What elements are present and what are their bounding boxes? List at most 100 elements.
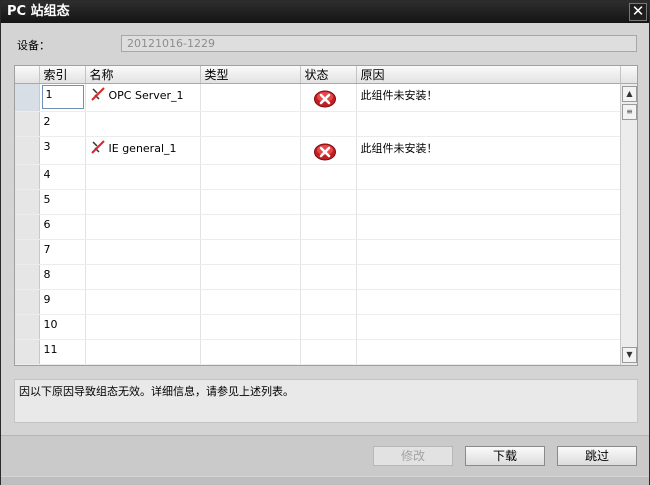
- cell-status[interactable]: [300, 289, 357, 315]
- cell-reason[interactable]: [356, 314, 621, 340]
- cell-type[interactable]: [200, 339, 301, 365]
- cell-index[interactable]: 5: [39, 189, 86, 215]
- cell-type[interactable]: [200, 189, 301, 215]
- cell-reason[interactable]: 此组件未安装！: [356, 136, 621, 165]
- column-header-reason[interactable]: 原因: [356, 66, 621, 84]
- cell-name[interactable]: OPC Server_1: [85, 83, 201, 112]
- cell-status[interactable]: [300, 339, 357, 365]
- download-button[interactable]: 下载: [465, 446, 545, 466]
- row-header[interactable]: [15, 264, 40, 290]
- cell-type[interactable]: [200, 111, 301, 137]
- row-header[interactable]: [15, 189, 40, 215]
- vertical-scrollbar[interactable]: ▲ ≡ ▼: [620, 84, 637, 365]
- table-row[interactable]: 7: [15, 239, 621, 265]
- cell-type[interactable]: [200, 83, 301, 112]
- cell-index[interactable]: 7: [39, 239, 86, 265]
- cell-index[interactable]: 3: [39, 136, 86, 165]
- error-icon: [313, 142, 337, 161]
- row-header[interactable]: [15, 136, 40, 165]
- cell-index[interactable]: 6: [39, 214, 86, 240]
- cell-index[interactable]: 8: [39, 264, 86, 290]
- row-header[interactable]: [15, 289, 40, 315]
- cell-reason[interactable]: [356, 264, 621, 290]
- cell-name[interactable]: [85, 164, 201, 190]
- cell-status[interactable]: [300, 83, 357, 112]
- cell-status[interactable]: [300, 214, 357, 240]
- table-row[interactable]: 1 OPC Server_1 此组件未安装！: [15, 83, 621, 112]
- table-row[interactable]: 9: [15, 289, 621, 315]
- table-row[interactable]: 6: [15, 214, 621, 240]
- cell-type[interactable]: [200, 289, 301, 315]
- cell-name[interactable]: [85, 111, 201, 137]
- table-row[interactable]: 2: [15, 111, 621, 137]
- table-row[interactable]: 4: [15, 164, 621, 190]
- close-button[interactable]: ✕: [629, 3, 647, 21]
- cell-status[interactable]: [300, 164, 357, 190]
- row-header[interactable]: [15, 214, 40, 240]
- row-header[interactable]: [15, 83, 40, 112]
- error-icon: [313, 89, 337, 108]
- scroll-thumb[interactable]: ≡: [622, 104, 637, 120]
- device-field[interactable]: [121, 35, 637, 52]
- cell-type[interactable]: [200, 239, 301, 265]
- cell-reason[interactable]: [356, 189, 621, 215]
- row-header[interactable]: [15, 164, 40, 190]
- name-text: OPC Server_1: [108, 89, 184, 102]
- row-header[interactable]: [15, 239, 40, 265]
- cell-status[interactable]: [300, 314, 357, 340]
- cell-index[interactable]: 10: [39, 314, 86, 340]
- scroll-up-button[interactable]: ▲: [622, 86, 637, 102]
- cell-reason[interactable]: [356, 214, 621, 240]
- cell-type[interactable]: [200, 264, 301, 290]
- cell-name[interactable]: [85, 214, 201, 240]
- message-box: 因以下原因导致组态无效。详细信息，请参见上述列表。: [14, 379, 638, 423]
- cell-name[interactable]: [85, 239, 201, 265]
- modify-button[interactable]: 修改: [373, 446, 453, 466]
- cell-name[interactable]: IE general_1: [85, 136, 201, 165]
- scroll-down-button[interactable]: ▼: [622, 347, 637, 363]
- missing-component-icon: [90, 140, 106, 154]
- cell-index[interactable]: 2: [39, 111, 86, 137]
- cell-status[interactable]: [300, 111, 357, 137]
- cell-name[interactable]: [85, 339, 201, 365]
- cell-reason[interactable]: [356, 239, 621, 265]
- index-editor[interactable]: 1: [41, 85, 84, 109]
- row-header[interactable]: [15, 339, 40, 365]
- cell-index[interactable]: 9: [39, 289, 86, 315]
- bottom-strip: [1, 477, 649, 485]
- cell-type[interactable]: [200, 214, 301, 240]
- skip-button[interactable]: 跳过: [557, 446, 637, 466]
- table-row[interactable]: 5: [15, 189, 621, 215]
- cell-index[interactable]: 11: [39, 339, 86, 365]
- cell-status[interactable]: [300, 189, 357, 215]
- title-bar: PC 站组态 ✕: [1, 1, 649, 23]
- cell-type[interactable]: [200, 136, 301, 165]
- cell-status[interactable]: [300, 239, 357, 265]
- row-header[interactable]: [15, 111, 40, 137]
- cell-status[interactable]: [300, 136, 357, 165]
- cell-name[interactable]: [85, 314, 201, 340]
- cell-reason[interactable]: [356, 111, 621, 137]
- cell-reason[interactable]: [356, 289, 621, 315]
- table-row[interactable]: 10: [15, 314, 621, 340]
- cell-index[interactable]: 4: [39, 164, 86, 190]
- table-row[interactable]: 3 IE general_1 此组件未安装！: [15, 136, 621, 165]
- column-header-type[interactable]: 类型: [200, 66, 301, 84]
- column-header-status[interactable]: 状态: [300, 66, 357, 84]
- cell-name[interactable]: [85, 189, 201, 215]
- cell-type[interactable]: [200, 314, 301, 340]
- pc-station-config-dialog: PC 站组态 ✕ 设备： 索引 名称 类型 状态 原因: [0, 0, 650, 485]
- cell-name[interactable]: [85, 289, 201, 315]
- table-row[interactable]: 8: [15, 264, 621, 290]
- cell-reason[interactable]: 此组件未安装！: [356, 83, 621, 112]
- cell-name[interactable]: [85, 264, 201, 290]
- table-row[interactable]: 11: [15, 339, 621, 365]
- cell-type[interactable]: [200, 164, 301, 190]
- cell-index[interactable]: 1: [39, 83, 86, 112]
- cell-reason[interactable]: [356, 164, 621, 190]
- row-header[interactable]: [15, 314, 40, 340]
- column-header-index[interactable]: 索引: [39, 66, 86, 84]
- column-header-name[interactable]: 名称: [85, 66, 201, 84]
- cell-reason[interactable]: [356, 339, 621, 365]
- cell-status[interactable]: [300, 264, 357, 290]
